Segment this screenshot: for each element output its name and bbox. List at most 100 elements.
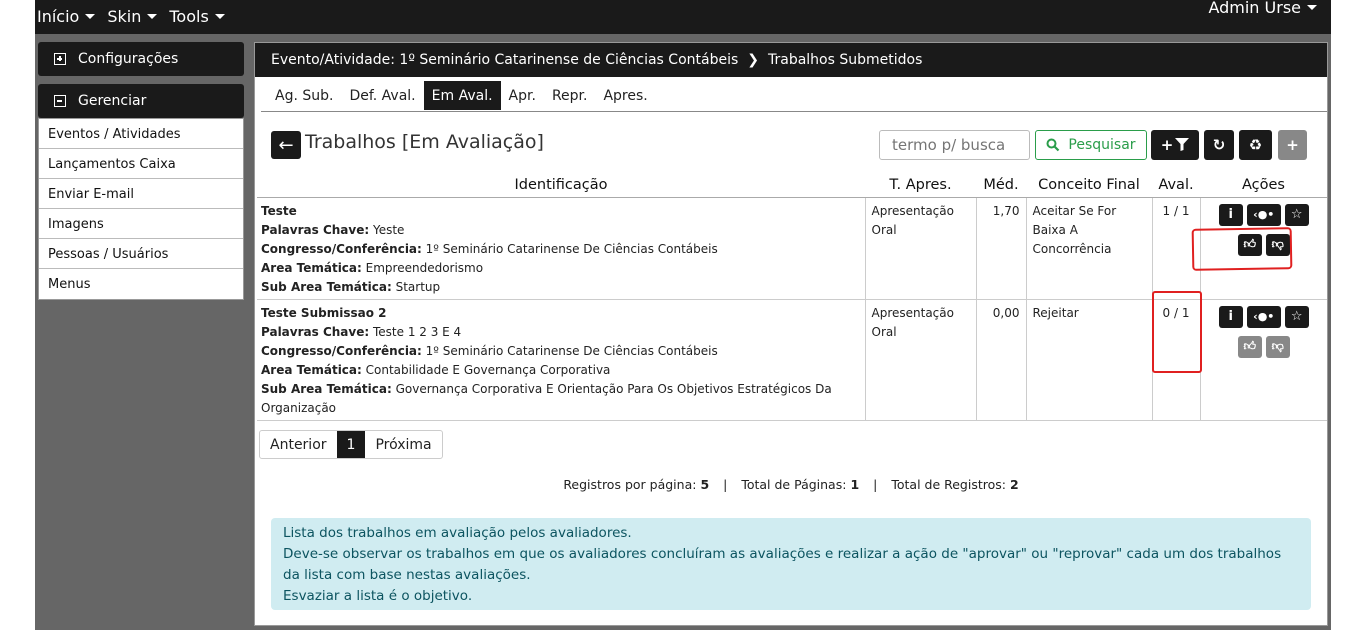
tab-em-aval[interactable]: Em Aval. [423,81,501,110]
sidebar-item-eventos[interactable]: Eventos / Atividades [39,119,243,149]
cell-acoes: i ‹●• ☆ 👍︎ 👎︎ [1199,299,1327,421]
area-value: Empreendedorismo [365,260,484,275]
header-med[interactable]: Méd. [976,173,1026,198]
refresh-button[interactable]: ↻ [1204,130,1234,160]
pagination-prev[interactable]: Anterior [260,431,337,458]
congress-value: 1º Seminário Catarinense De Ciências Con… [425,241,718,256]
add-button[interactable]: + [1278,130,1307,160]
page-title: Trabalhos [Em Avaliação] [305,131,544,153]
breadcrumb: Evento/Atividade: 1º Seminário Catarinen… [255,43,1327,77]
chevron-down-icon [85,14,96,19]
sidebar-config-label: Configurações [78,51,179,67]
menu-tools[interactable]: Tools [169,7,225,26]
cell-med: 1,70 [975,197,1026,300]
expand-icon [54,53,66,65]
main-panel: Evento/Atividade: 1º Seminário Catarinen… [254,42,1328,626]
cell-identificacao: Teste Submissao 2 Palavras Chave: Teste … [257,299,865,421]
keywords-value: Teste 1 2 3 E 4 [372,324,462,339]
sidebar-list: Eventos / Atividades Lançamentos Caixa E… [38,118,244,300]
info-button[interactable]: i [1218,203,1243,226]
work-title: Teste Submissao 2 [261,305,387,320]
favorite-button[interactable]: ☆ [1284,305,1309,328]
pages-label: Total de Páginas: [741,477,847,492]
user-settings-icon: ‹●• [1253,208,1275,221]
arrow-left-icon: ← [278,134,294,156]
chevron-down-icon [147,14,158,19]
evaluators-button[interactable]: ‹●• [1246,203,1281,226]
menu-skin[interactable]: Skin [107,7,158,26]
sidebar-config-header[interactable]: Configurações [38,42,244,76]
work-title: Teste [261,203,297,218]
area-line: Area Temática: Contabilidade E Governanç… [261,361,859,380]
congress-value: 1º Seminário Catarinense De Ciências Con… [425,343,718,358]
approve-button[interactable]: 👍︎ [1237,335,1262,358]
table-row: Teste Palavras Chave: Yeste Congresso/Co… [257,197,1327,300]
search-button[interactable]: Pesquisar [1035,130,1147,160]
table-header-row: Identificação T. Apres. Méd. Conceito Fi… [257,173,1327,198]
subarea-line: Sub Area Temática: Governança Corporativ… [261,380,859,418]
reject-button[interactable]: 👎︎ [1265,335,1290,358]
top-navbar: Início Skin Tools Admin Urse [35,0,1331,34]
breadcrumb-event[interactable]: Evento/Atividade: 1º Seminário Catarinen… [271,52,738,68]
records-value: 2 [1009,477,1019,492]
favorite-button[interactable]: ☆ [1284,203,1309,226]
sidebar-item-menus[interactable]: Menus [39,269,243,299]
user-settings-icon: ‹●• [1253,310,1275,323]
subarea-value: Startup [395,279,441,294]
tab-def-aval[interactable]: Def. Aval. [341,81,423,110]
pagination-next[interactable]: Próxima [365,431,441,458]
tab-repr[interactable]: Repr. [544,81,596,110]
records-label: Total de Registros: [891,477,1006,492]
plus-icon: + [1286,136,1299,154]
info-line: Lista dos trabalhos em avaliação pelos a… [283,525,632,541]
header-identificacao[interactable]: Identificação [257,173,865,198]
record-stats: Registros por página: 5 | Total de Página… [255,477,1327,492]
cell-med: 0,00 [975,299,1026,421]
header-conceito[interactable]: Conceito Final [1026,173,1152,198]
cell-t-apres: Apresentação Oral [864,299,976,421]
annotation-highlight [1191,227,1293,271]
subarea-line: Sub Area Temática: Startup [261,278,859,297]
search-button-label: Pesquisar [1068,137,1136,153]
thumbs-up-icon: 👍︎ [1243,339,1257,353]
menu-skin-label: Skin [107,7,142,26]
cell-t-apres: Apresentação Oral [864,197,976,300]
area-label: Area Temática: [261,362,362,377]
user-menu[interactable]: Admin Urse [1208,0,1317,17]
chevron-down-icon [214,14,225,19]
recycle-button[interactable]: ♻ [1239,130,1272,160]
star-icon: ☆ [1290,207,1303,222]
breadcrumb-page: Trabalhos Submetidos [768,52,923,68]
annotation-highlight [1152,291,1202,373]
sidebar-item-email[interactable]: Enviar E-mail [39,179,243,209]
pages-value: 1 [850,477,860,492]
sidebar-item-pessoas[interactable]: Pessoas / Usuários [39,239,243,269]
sidebar-item-lancamentos[interactable]: Lançamentos Caixa [39,149,243,179]
cell-identificacao: Teste Palavras Chave: Yeste Congresso/Co… [257,197,865,300]
per-page-label: Registros por página: [563,477,697,492]
tab-apr[interactable]: Apr. [501,81,544,110]
info-button[interactable]: i [1218,305,1243,328]
collapse-icon [54,95,66,107]
evaluators-button[interactable]: ‹●• [1246,305,1281,328]
header-t-apres[interactable]: T. Apres. [865,173,976,198]
plus-filter-icon: + [1161,136,1190,154]
add-filter-button[interactable]: + [1151,130,1199,160]
sidebar-item-imagens[interactable]: Imagens [39,209,243,239]
info-line: Deve-se observar os trabalhos em que os … [283,546,1282,583]
header-aval[interactable]: Aval. [1152,173,1200,198]
menu-tools-label: Tools [169,7,209,26]
menu-inicio[interactable]: Início [37,7,96,26]
chevron-right-icon: ❯ [747,52,759,68]
congress-label: Congresso/Conferência: [261,343,422,358]
congress-line: Congresso/Conferência: 1º Seminário Cata… [261,342,859,361]
sidebar-manage-header[interactable]: Gerenciar [38,84,244,118]
search-input[interactable] [879,130,1030,160]
info-line: Esvaziar a lista é o objetivo. [283,588,473,604]
tab-apres[interactable]: Apres. [595,81,655,110]
stats-separator: | [723,477,728,492]
keywords-value: Yeste [372,222,405,237]
back-button[interactable]: ← [271,131,301,159]
tab-ag-sub[interactable]: Ag. Sub. [267,81,341,110]
pagination-current[interactable]: 1 [336,431,366,458]
